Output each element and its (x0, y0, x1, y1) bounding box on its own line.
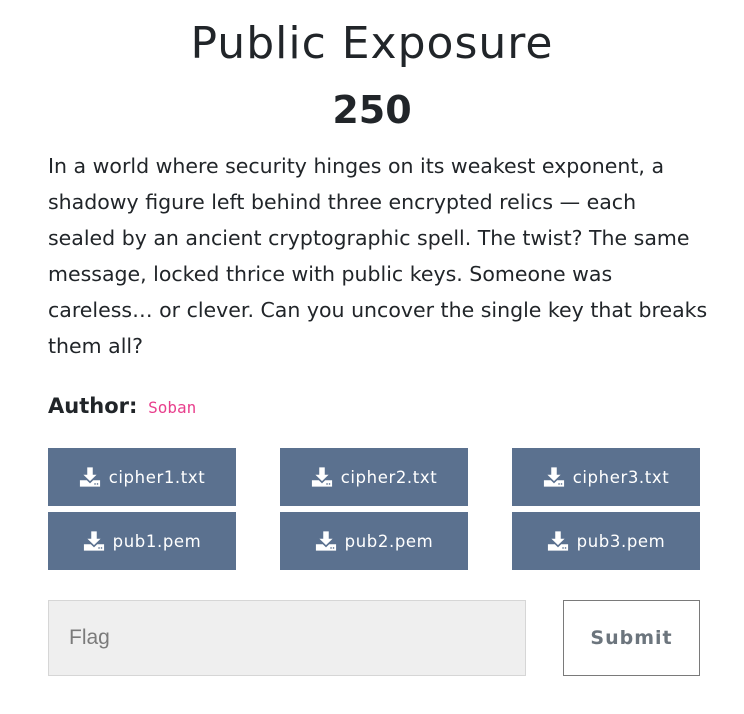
download-pub1-button[interactable]: pub1.pem (48, 512, 236, 570)
download-icon (543, 467, 564, 487)
download-icon (311, 467, 332, 487)
challenge-panel: Public Exposure 250 In a world where sec… (0, 0, 744, 714)
download-icon (79, 467, 100, 487)
author-label: Author: (48, 394, 138, 418)
submit-button[interactable]: Submit (563, 600, 700, 676)
download-pub3-button[interactable]: pub3.pem (512, 512, 700, 570)
download-cipher1-button[interactable]: cipher1.txt (48, 448, 236, 506)
challenge-points: 250 (332, 88, 412, 132)
download-icon (83, 531, 104, 551)
file-label: pub1.pem (112, 531, 202, 551)
download-cipher3-button[interactable]: cipher3.txt (512, 448, 700, 506)
flag-input[interactable] (48, 600, 526, 676)
download-cipher2-button[interactable]: cipher2.txt (280, 448, 468, 506)
author-name: Soban (148, 398, 197, 417)
download-pub2-button[interactable]: pub2.pem (280, 512, 468, 570)
file-label: cipher1.txt (108, 467, 206, 487)
challenge-title: Public Exposure (190, 18, 554, 69)
file-label: pub2.pem (344, 531, 434, 551)
author-line: Author: Soban (48, 390, 196, 424)
file-label: pub3.pem (576, 531, 666, 551)
file-label: cipher3.txt (572, 467, 670, 487)
challenge-description: In a world where security hinges on its … (48, 154, 708, 358)
download-icon (315, 531, 336, 551)
file-label: cipher2.txt (340, 467, 438, 487)
download-icon (547, 531, 568, 551)
